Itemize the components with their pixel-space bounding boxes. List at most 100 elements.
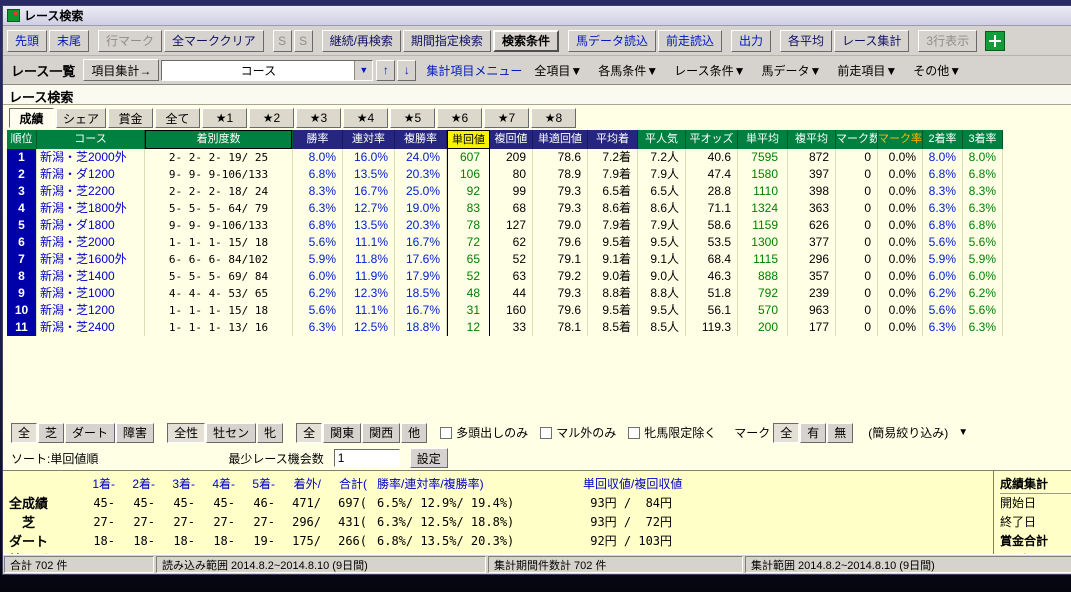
header-fuku-average[interactable]: 複平均 — [788, 130, 836, 149]
chevron-down-icon[interactable]: ▼ — [354, 60, 373, 80]
header-fukukai-value[interactable]: 複回値 — [490, 130, 533, 149]
tab-star4[interactable]: ★4 — [343, 108, 389, 128]
region-east-button[interactable]: 関東 — [323, 422, 362, 443]
header-course[interactable]: コース — [37, 130, 145, 149]
table-row[interactable]: 1 新潟・芝2000外 2- 2- 2- 19/ 25 8.0% 16.0% 2… — [7, 149, 1071, 166]
fukukai-value-cell: 99 — [490, 183, 533, 200]
mark-yes-button[interactable]: 有 — [800, 422, 827, 443]
table-row[interactable]: 9 新潟・芝1000 4- 4- 4- 53/ 65 6.2% 12.3% 18… — [7, 285, 1071, 302]
table-row[interactable]: 5 新潟・ダ1800 9- 9- 9-106/133 6.8% 13.5% 20… — [7, 217, 1071, 234]
header-tanteki-value[interactable]: 単適回値 — [533, 130, 588, 149]
quick-filter-label[interactable]: (簡易絞り込み) — [868, 424, 948, 441]
tab-star3[interactable]: ★3 — [296, 108, 342, 128]
first-button[interactable]: 先頭 — [7, 29, 48, 52]
tab-star7[interactable]: ★7 — [484, 108, 530, 128]
fukukai-value-cell: 127 — [490, 217, 533, 234]
item-aggregate-button[interactable]: 項目集計→ — [83, 59, 160, 81]
averages-button[interactable]: 各平均 — [780, 29, 833, 52]
sex-all-button[interactable]: 全性 — [167, 422, 206, 443]
up-arrow-button[interactable]: ↑ — [376, 59, 396, 81]
header-rentai-rate[interactable]: 連対率 — [343, 130, 395, 149]
previous-run-load-button[interactable]: 前走読込 — [657, 29, 722, 52]
tab-prize[interactable]: 賞金 — [108, 108, 154, 128]
surface-turf-button[interactable]: 芝 — [38, 422, 65, 443]
race-aggregate-button[interactable]: レース集計 — [834, 29, 910, 52]
table-row[interactable]: 3 新潟・芝2200 2- 2- 2- 18/ 24 8.3% 16.7% 25… — [7, 183, 1071, 200]
table-row[interactable]: 10 新潟・芝1200 1- 1- 1- 15/ 18 5.6% 11.1% 1… — [7, 302, 1071, 319]
output-button[interactable]: 出力 — [730, 29, 771, 52]
clear-all-marks-button[interactable]: 全マーククリア — [164, 29, 264, 52]
mark-all-button[interactable]: 全 — [773, 422, 800, 443]
tab-star2[interactable]: ★2 — [249, 108, 295, 128]
region-west-button[interactable]: 関西 — [362, 422, 401, 443]
multi-entry-checkbox[interactable] — [440, 426, 453, 439]
sex-female-button[interactable]: 牝 — [257, 422, 284, 443]
header-tankai-value[interactable]: 単回値 — [447, 130, 490, 149]
header-avg-odds[interactable]: 平オッズ — [686, 130, 738, 149]
header-tan-average[interactable]: 単平均 — [738, 130, 788, 149]
down-arrow-button[interactable]: ↓ — [397, 59, 417, 81]
tab-star6[interactable]: ★6 — [437, 108, 483, 128]
table-row[interactable]: 4 新潟・芝1800外 5- 5- 5- 64/ 79 6.3% 12.7% 1… — [7, 200, 1071, 217]
region-other-button[interactable]: 他 — [401, 422, 428, 443]
race-list-label[interactable]: レース一覧 — [11, 61, 75, 80]
search-conditions-button[interactable]: 検索条件 — [492, 29, 559, 52]
rentai-rate-cell: 16.7% — [343, 183, 395, 200]
header-avg-finish[interactable]: 平均着 — [588, 130, 638, 149]
menu-horse-data[interactable]: 馬データ▼ — [761, 62, 821, 79]
tab-all[interactable]: 全て — [155, 108, 201, 128]
rank-cell: 3 — [7, 183, 37, 200]
s-button-2[interactable]: S — [293, 29, 313, 52]
header-mark-count[interactable]: マーク数 — [836, 130, 878, 149]
mark-no-button[interactable]: 無 — [827, 422, 854, 443]
grid-view-icon[interactable] — [985, 30, 1006, 51]
header-avg-popularity[interactable]: 平人気 — [638, 130, 686, 149]
third-rate-cell: 6.0% — [963, 268, 1003, 285]
region-all-button[interactable]: 全 — [296, 422, 323, 443]
menu-all-items[interactable]: 全項目▼ — [534, 62, 582, 79]
aggregate-item-select[interactable]: コース ▼ — [161, 59, 374, 81]
table-row[interactable]: 7 新潟・芝1600外 6- 6- 6- 84/102 5.9% 11.8% 1… — [7, 251, 1071, 268]
aggregate-menu-link[interactable]: 集計項目メニュー — [426, 62, 522, 79]
tanteki-value-cell: 78.6 — [533, 149, 588, 166]
title-bar[interactable]: レース検索 — [3, 6, 1071, 26]
last-button[interactable]: 末尾 — [49, 29, 90, 52]
tab-results[interactable]: 成績 — [9, 108, 54, 128]
menu-horse-conditions[interactable]: 各馬条件▼ — [598, 62, 658, 79]
period-search-button[interactable]: 期間指定検索 — [402, 29, 491, 52]
tankai-value-cell: 48 — [447, 285, 490, 302]
tab-star5[interactable]: ★5 — [390, 108, 436, 128]
settings-button[interactable]: 設定 — [409, 448, 448, 468]
menu-previous-run-items[interactable]: 前走項目▼ — [837, 62, 897, 79]
tab-share[interactable]: シェア — [56, 108, 107, 128]
tab-star8[interactable]: ★8 — [531, 108, 577, 128]
foreign-only-checkbox[interactable] — [540, 426, 553, 439]
horse-data-load-button[interactable]: 馬データ読込 — [567, 29, 656, 52]
surface-dirt-button[interactable]: ダート — [65, 422, 116, 443]
header-finish-counts[interactable]: 着別度数 — [145, 130, 293, 149]
s-button-1[interactable]: S — [272, 29, 292, 52]
table-row[interactable]: 2 新潟・ダ1200 9- 9- 9-106/133 6.8% 13.5% 20… — [7, 166, 1071, 183]
surface-jump-button[interactable]: 障害 — [116, 422, 155, 443]
continue-research-button[interactable]: 継続/再検索 — [321, 29, 401, 52]
row-mark-button[interactable]: 行マーク — [98, 29, 163, 52]
quick-filter-chevron-icon[interactable]: ▼ — [958, 427, 968, 438]
surface-all-button[interactable]: 全 — [11, 422, 38, 443]
header-second-rate[interactable]: 2着率 — [923, 130, 963, 149]
finish-counts-cell: 4- 4- 4- 53/ 65 — [145, 285, 293, 302]
header-rank[interactable]: 順位 — [7, 130, 37, 149]
menu-race-conditions[interactable]: レース条件▼ — [674, 62, 745, 79]
header-win-rate[interactable]: 勝率 — [293, 130, 343, 149]
menu-others[interactable]: その他▼ — [913, 62, 961, 79]
sex-male-button[interactable]: 牡セン — [206, 422, 257, 443]
header-third-rate[interactable]: 3着率 — [963, 130, 1003, 149]
min-race-count-input[interactable] — [333, 449, 400, 467]
tab-star1[interactable]: ★1 — [202, 108, 248, 128]
exclude-fillies-checkbox[interactable] — [628, 426, 641, 439]
header-fukusho-rate[interactable]: 複勝率 — [395, 130, 447, 149]
table-row[interactable]: 6 新潟・芝2000 1- 1- 1- 15/ 18 5.6% 11.1% 16… — [7, 234, 1071, 251]
table-row[interactable]: 8 新潟・芝1400 5- 5- 5- 69/ 84 6.0% 11.9% 17… — [7, 268, 1071, 285]
header-mark-rate[interactable]: マーク率 — [878, 130, 923, 149]
table-row[interactable]: 11 新潟・芝2400 1- 1- 1- 13/ 16 6.3% 12.5% 1… — [7, 319, 1071, 336]
three-row-view-button[interactable]: 3行表示 — [918, 29, 978, 52]
